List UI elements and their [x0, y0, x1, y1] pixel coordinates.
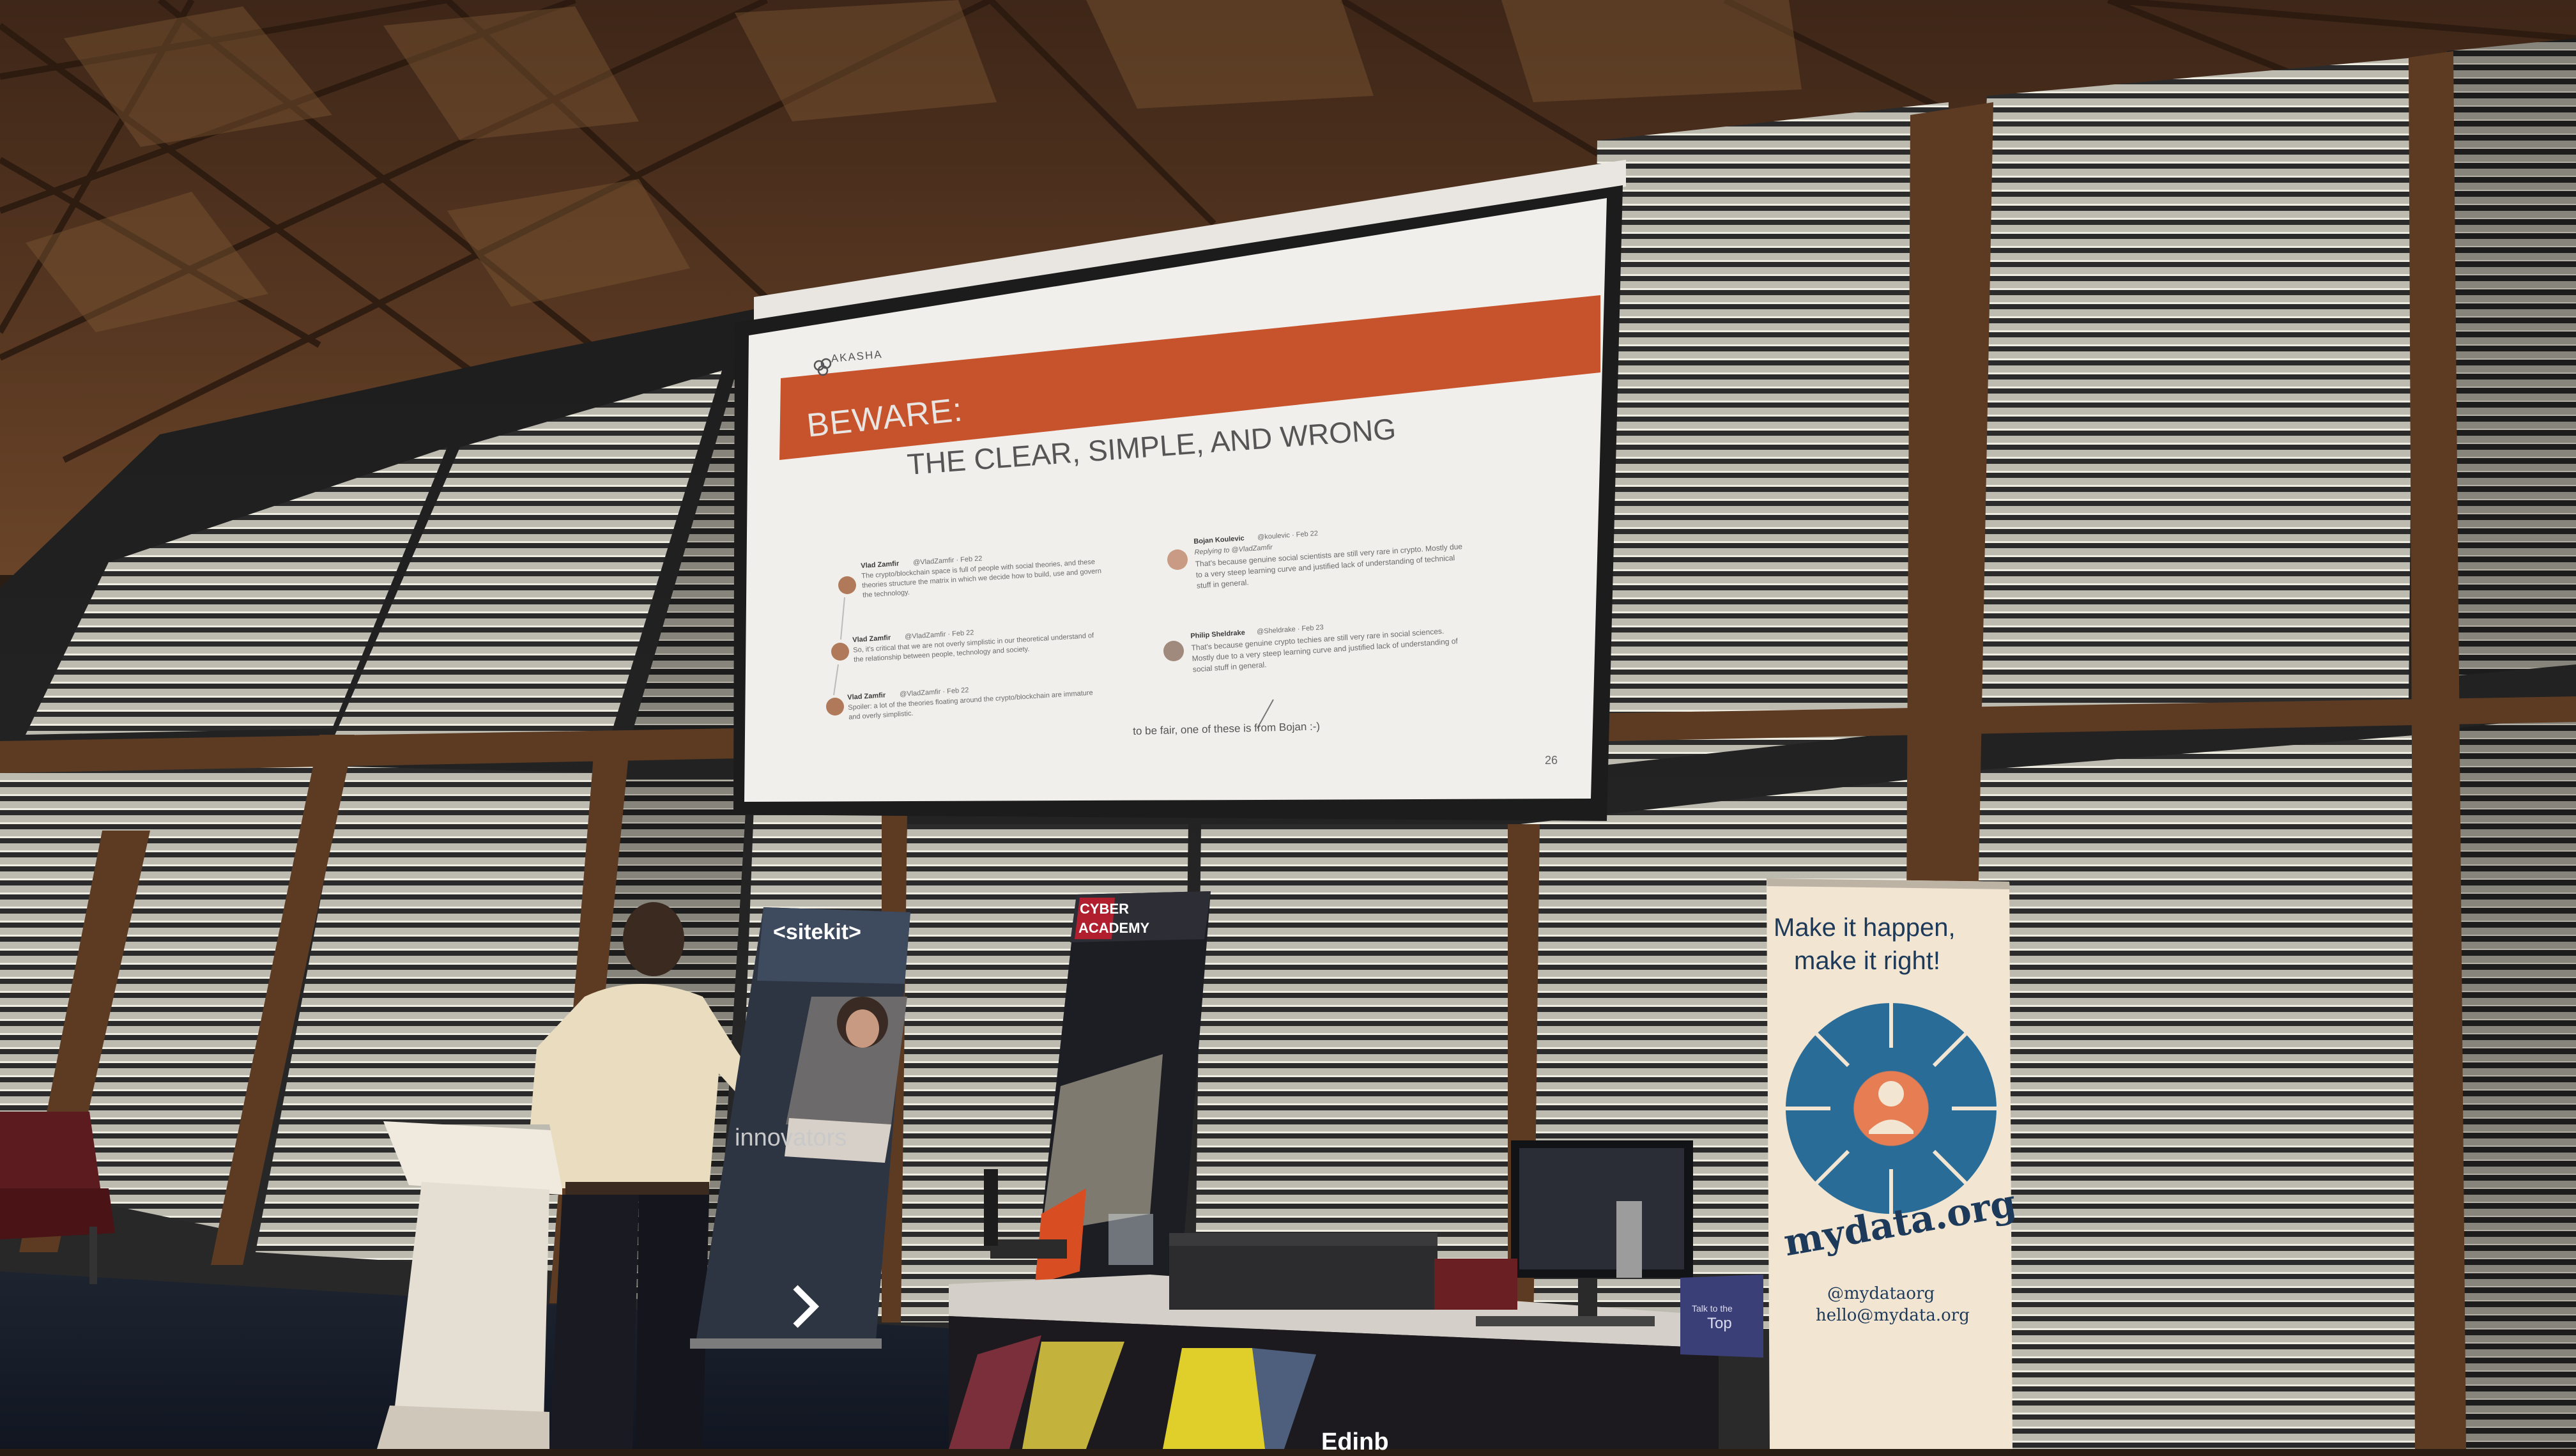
desk-panel-text: Edinb	[1321, 1429, 1389, 1455]
mydata-headline-line2: make it right!	[1794, 947, 1940, 975]
sitekit-tagline: innovators	[735, 1124, 847, 1151]
podium-top	[383, 1121, 562, 1195]
mydata-headline-line1: Make it happen,	[1774, 914, 1956, 942]
conference-photo: AKASHA BEWARE: THE CLEAR, SIMPLE, AND WR…	[0, 0, 2576, 1455]
talk-sign-line2: Top	[1707, 1315, 1732, 1332]
cyber-academy-logo-line1: CYBER	[1080, 901, 1130, 917]
sitekit-logo: <sitekit>	[773, 920, 861, 944]
mydata-handle: @mydataorg	[1827, 1284, 1935, 1303]
slide-page-number: 26	[1545, 754, 1558, 767]
mydata-email: hello@mydata.org	[1816, 1306, 1970, 1325]
talk-sign-line1: Talk to the	[1692, 1303, 1733, 1314]
cyber-academy-logo-line2: ACADEMY	[1078, 920, 1150, 936]
